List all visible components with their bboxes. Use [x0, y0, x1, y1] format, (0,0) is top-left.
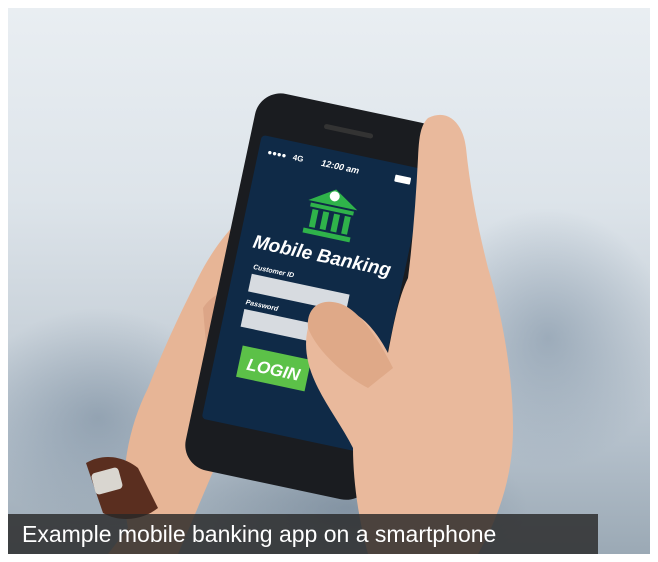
image-caption: Example mobile banking app on a smartpho…	[8, 514, 598, 554]
phone-scene: ●●●● 4G 12:00 am Mobile Banking Customer…	[86, 93, 513, 554]
